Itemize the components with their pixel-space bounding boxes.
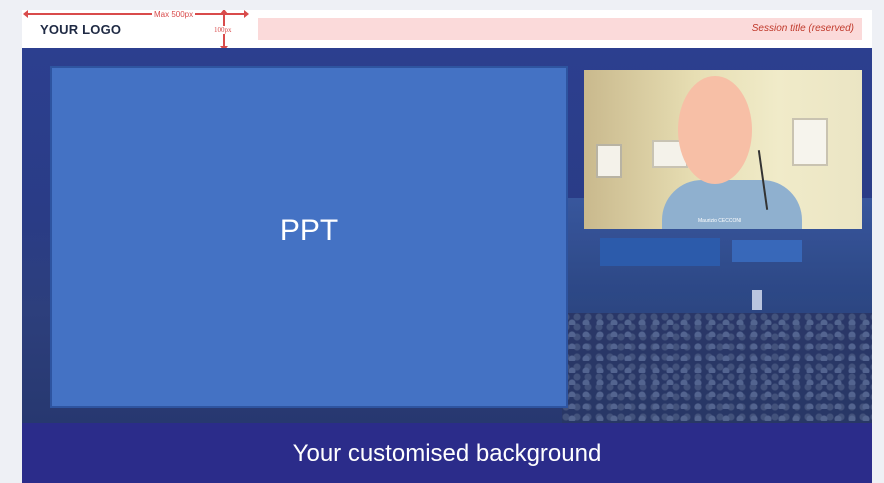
session-title-bar: Session title (reserved) xyxy=(258,18,862,40)
slide-canvas: Max 500px 100px YOUR LOGO Session title … xyxy=(22,10,872,483)
conference-hall-photo xyxy=(562,198,872,423)
footer-bar: Your customised background xyxy=(22,423,872,483)
wall-certificate-3 xyxy=(792,118,828,166)
wall-certificate-1 xyxy=(596,144,622,178)
speaker-video-feed: Maurizio CECCONI xyxy=(584,70,862,229)
logo-placeholder: YOUR LOGO xyxy=(40,22,122,37)
session-title-label: Session title (reserved) xyxy=(751,23,854,34)
hall-screen xyxy=(600,238,720,266)
ppt-slot: PPT xyxy=(50,66,568,408)
width-dimension-label: Max 500px xyxy=(152,10,196,19)
ppt-label: PPT xyxy=(279,214,339,247)
stage-background: PPT Maurizio CECCONI xyxy=(22,48,872,423)
width-dimension-arrow: Max 500px xyxy=(23,10,249,19)
audience-crowd xyxy=(562,313,872,423)
speaker-name-label: Maurizio CECCONI xyxy=(698,218,742,224)
height-dimension-label: 100px xyxy=(212,26,234,34)
layout-template: Max 500px 100px YOUR LOGO Session title … xyxy=(0,0,884,483)
footer-label: Your customised background xyxy=(292,440,602,467)
hall-screen-secondary xyxy=(732,240,802,262)
lectern xyxy=(752,290,762,310)
speaker-face-blurred xyxy=(678,76,752,184)
header-bar: Max 500px 100px YOUR LOGO Session title … xyxy=(22,10,872,51)
